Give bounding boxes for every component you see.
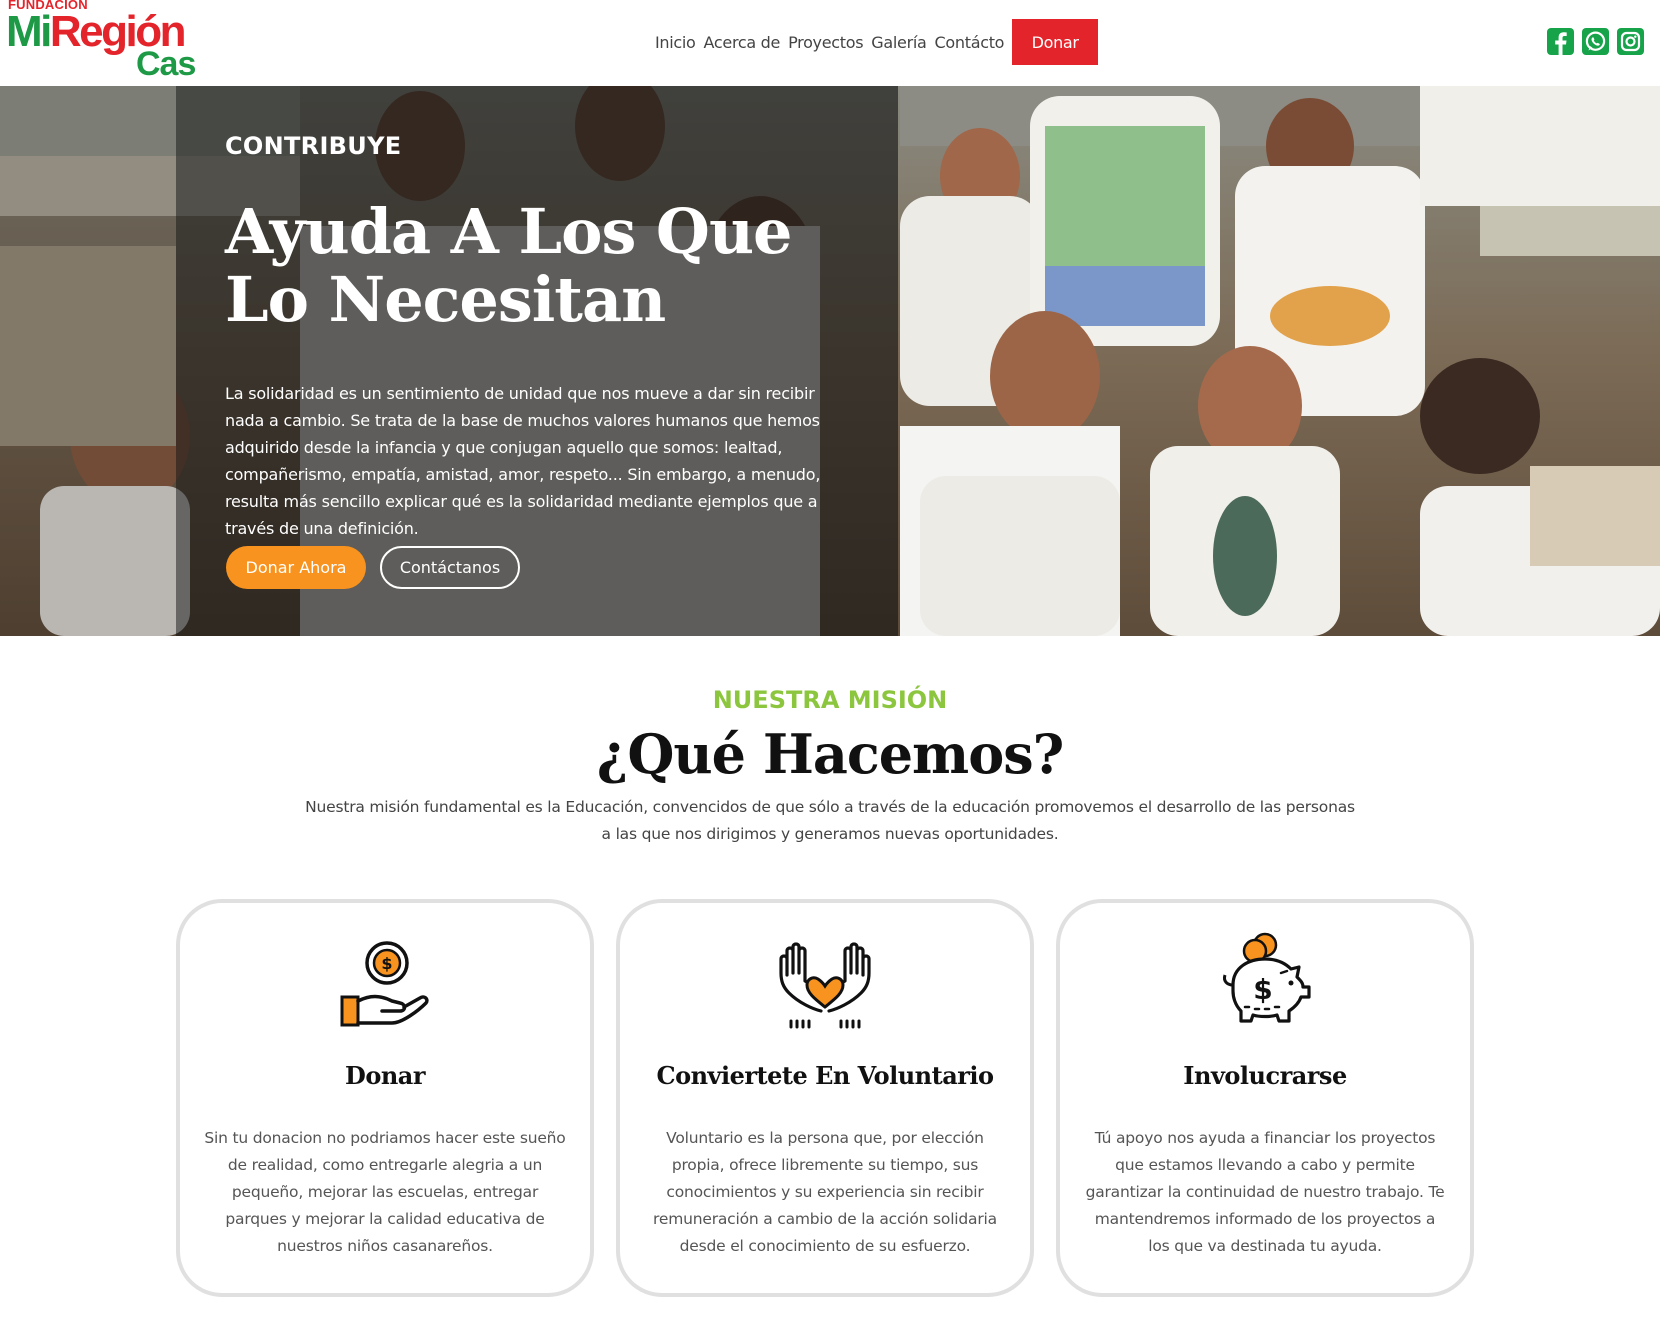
hero-left-shade — [0, 86, 176, 636]
card-involucrarse: $ Involucrarse Tú apoyo nos ayuda a fina… — [1056, 899, 1474, 1297]
hero-title: Ayuda A Los Que Lo Necesitan — [225, 195, 792, 336]
coin-hand-icon: $ — [340, 941, 429, 1027]
hero-eyebrow: CONTRIBUYE — [225, 132, 402, 160]
facebook-icon[interactable] — [1547, 28, 1574, 55]
mission-description: Nuestra misión fundamental es la Educaci… — [305, 798, 1355, 843]
piggy-bank-icon: $ — [1223, 932, 1311, 1023]
logo[interactable]: FUNDACIÓN MiRegión Cas — [6, 0, 216, 84]
nav-galeria[interactable]: Galería — [871, 33, 927, 52]
donate-now-button[interactable]: Donar Ahora — [226, 546, 366, 589]
main-nav: Inicio Acerca de Proyectos Galería Contá… — [655, 19, 1099, 65]
nav-acerca[interactable]: Acerca de — [704, 33, 781, 52]
hero-description: La solidaridad es un sentimiento de unid… — [225, 384, 821, 538]
contact-us-button[interactable]: Contáctanos — [380, 546, 520, 589]
mission-eyebrow: NUESTRA MISIÓN — [712, 686, 948, 714]
card-voluntario-title: Conviertete En Voluntario — [656, 1061, 994, 1090]
mission-title: ¿Qué Hacemos? — [596, 722, 1065, 786]
nav-contacto[interactable]: Contácto — [935, 33, 1005, 52]
logo-cas: Cas — [136, 45, 196, 83]
svg-text:$: $ — [381, 954, 392, 973]
heart-hands-icon — [779, 942, 871, 1029]
hero-section: CONTRIBUYE Ayuda A Los Que Lo Necesitan … — [0, 86, 1660, 636]
nav-inicio[interactable]: Inicio — [655, 33, 696, 52]
card-voluntario: Conviertete En Voluntario Voluntario es … — [616, 899, 1034, 1297]
card-involucrarse-text: Tú apoyo nos ayuda a financiar los proye… — [1085, 1129, 1445, 1255]
donate-nav-button[interactable]: Donar — [1012, 19, 1099, 65]
card-donar: $ Donar Sin tu donacion no podriamos hac… — [176, 899, 594, 1297]
svg-text:$: $ — [1253, 973, 1272, 1006]
card-donar-title: Donar — [345, 1061, 425, 1090]
nav-proyectos[interactable]: Proyectos — [788, 33, 864, 52]
site-header: FUNDACIÓN MiRegión Cas Inicio Acerca de … — [0, 0, 1660, 86]
social-links — [1547, 28, 1644, 55]
instagram-icon[interactable] — [1617, 28, 1644, 55]
card-donar-text: Sin tu donacion no podriamos hacer este … — [204, 1129, 566, 1255]
card-voluntario-text: Voluntario es la persona que, por elecci… — [653, 1129, 997, 1255]
card-involucrarse-title: Involucrarse — [1183, 1061, 1347, 1090]
whatsapp-icon[interactable] — [1582, 28, 1609, 55]
